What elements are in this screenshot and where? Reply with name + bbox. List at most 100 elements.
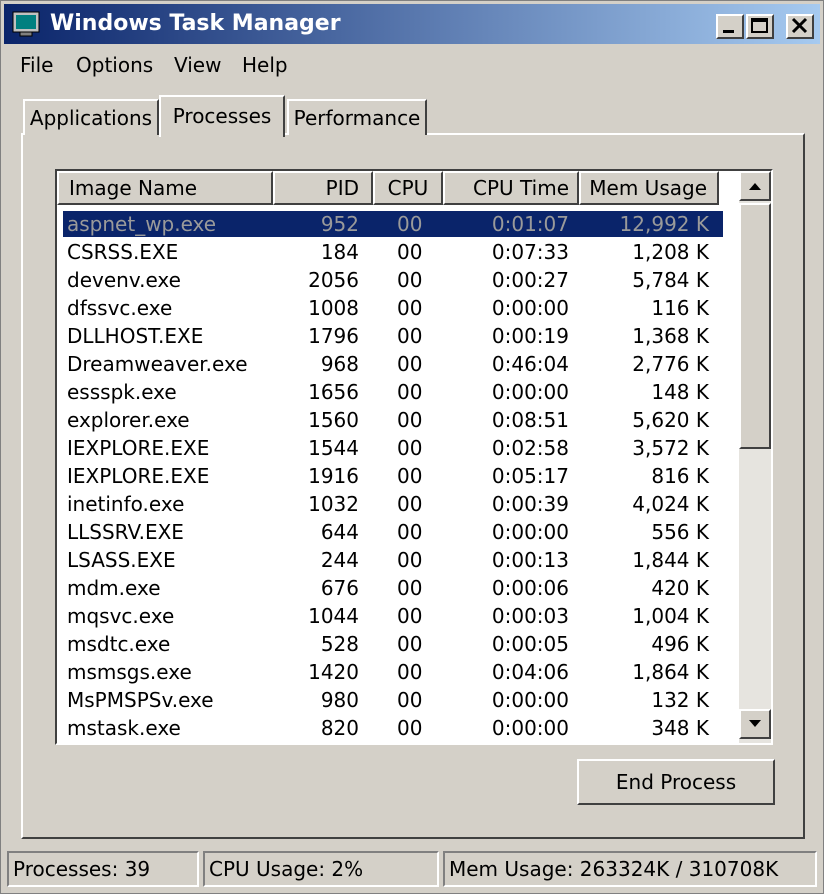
process-cpu: 00 bbox=[397, 576, 423, 600]
process-mem-usage: 1,844 K bbox=[632, 548, 709, 572]
maximize-icon bbox=[751, 18, 768, 33]
process-name: inetinfo.exe bbox=[67, 492, 185, 516]
process-cpu-time: 0:02:58 bbox=[491, 436, 569, 460]
process-cpu: 00 bbox=[397, 632, 423, 656]
process-pid: 1796 bbox=[308, 324, 359, 348]
process-row[interactable]: mqsvc.exe 1044 00 0:00:03 1,004 K bbox=[63, 603, 723, 629]
minimize-icon bbox=[723, 30, 734, 33]
process-name: DLLHOST.EXE bbox=[67, 324, 204, 348]
process-cpu-time: 0:00:00 bbox=[491, 688, 569, 712]
process-cpu: 00 bbox=[397, 604, 423, 628]
process-name: mdm.exe bbox=[67, 576, 161, 600]
process-cpu: 00 bbox=[397, 464, 423, 488]
tab-processes[interactable]: Processes bbox=[159, 95, 285, 137]
process-cpu: 00 bbox=[397, 520, 423, 544]
process-cpu: 00 bbox=[397, 436, 423, 460]
tab-applications[interactable]: Applications bbox=[23, 99, 159, 135]
process-mem-usage: 116 K bbox=[651, 296, 709, 320]
process-row[interactable]: inetinfo.exe 1032 00 0:00:39 4,024 K bbox=[63, 491, 723, 517]
process-mem-usage: 5,784 K bbox=[632, 268, 709, 292]
process-row[interactable]: dfssvc.exe 1008 00 0:00:00 116 K bbox=[63, 295, 723, 321]
process-cpu: 00 bbox=[397, 240, 423, 264]
process-pid: 1420 bbox=[308, 660, 359, 684]
end-process-button[interactable]: End Process bbox=[577, 759, 775, 805]
process-row[interactable]: mdm.exe 676 00 0:00:06 420 K bbox=[63, 575, 723, 601]
process-cpu-time: 0:00:00 bbox=[491, 296, 569, 320]
maximize-button[interactable] bbox=[746, 14, 774, 39]
process-pid: 1916 bbox=[308, 464, 359, 488]
task-manager-window: Windows Task Manager File Options View H… bbox=[0, 0, 824, 894]
process-mem-usage: 132 K bbox=[651, 688, 709, 712]
process-name: mqsvc.exe bbox=[67, 604, 175, 628]
process-mem-usage: 4,024 K bbox=[632, 492, 709, 516]
menu-help[interactable]: Help bbox=[242, 52, 288, 78]
column-header-pid[interactable]: PID bbox=[273, 171, 373, 205]
tab-performance[interactable]: Performance bbox=[287, 99, 427, 135]
process-name: aspnet_wp.exe bbox=[67, 212, 217, 236]
process-name: Dreamweaver.exe bbox=[67, 352, 248, 376]
process-mem-usage: 5,620 K bbox=[632, 408, 709, 432]
process-row[interactable]: mstask.exe 820 00 0:00:00 348 K bbox=[63, 715, 723, 741]
title-bar[interactable]: Windows Task Manager bbox=[4, 4, 820, 44]
process-row[interactable]: msdtc.exe 528 00 0:00:05 496 K bbox=[63, 631, 723, 657]
process-row[interactable]: IEXPLORE.EXE 1916 00 0:05:17 816 K bbox=[63, 463, 723, 489]
process-cpu-time: 0:00:39 bbox=[491, 492, 569, 516]
minimize-button[interactable] bbox=[716, 14, 744, 39]
column-header-cpu[interactable]: CPU bbox=[373, 171, 443, 205]
process-row[interactable]: aspnet_wp.exe 952 00 0:01:07 12,992 K bbox=[63, 211, 723, 237]
scroll-up-button[interactable] bbox=[739, 171, 771, 201]
process-row[interactable]: msmsgs.exe 1420 00 0:04:06 1,864 K bbox=[63, 659, 723, 685]
menu-file[interactable]: File bbox=[20, 52, 53, 78]
process-cpu: 00 bbox=[397, 268, 423, 292]
process-list[interactable]: Image Name PID CPU CPU Time Mem Usage as… bbox=[55, 169, 773, 745]
process-pid: 2056 bbox=[308, 268, 359, 292]
vertical-scrollbar[interactable] bbox=[739, 171, 771, 743]
process-row[interactable]: Dreamweaver.exe 968 00 0:46:04 2,776 K bbox=[63, 351, 723, 377]
process-row[interactable]: IEXPLORE.EXE 1544 00 0:02:58 3,572 K bbox=[63, 435, 723, 461]
process-cpu: 00 bbox=[397, 548, 423, 572]
task-manager-app-icon bbox=[12, 11, 40, 37]
process-row[interactable]: explorer.exe 1560 00 0:08:51 5,620 K bbox=[63, 407, 723, 433]
scroll-thumb[interactable] bbox=[739, 203, 771, 449]
process-pid: 968 bbox=[320, 352, 359, 376]
process-pid: 644 bbox=[320, 520, 359, 544]
process-row[interactable]: CSRSS.EXE 184 00 0:07:33 1,208 K bbox=[63, 239, 723, 265]
close-button[interactable] bbox=[786, 14, 814, 39]
process-name: devenv.exe bbox=[67, 268, 181, 292]
process-mem-usage: 816 K bbox=[651, 464, 709, 488]
process-cpu-time: 0:00:27 bbox=[491, 268, 569, 292]
process-pid: 952 bbox=[320, 212, 359, 236]
process-row[interactable]: LSASS.EXE 244 00 0:00:13 1,844 K bbox=[63, 547, 723, 573]
process-cpu-time: 0:05:17 bbox=[491, 464, 569, 488]
process-mem-usage: 496 K bbox=[651, 632, 709, 656]
process-cpu-time: 0:04:06 bbox=[491, 660, 569, 684]
process-row[interactable]: MsPMSPSv.exe 980 00 0:00:00 132 K bbox=[63, 687, 723, 713]
process-row[interactable]: devenv.exe 2056 00 0:00:27 5,784 K bbox=[63, 267, 723, 293]
scroll-up-arrow-icon bbox=[749, 183, 761, 190]
process-name: LSASS.EXE bbox=[67, 548, 176, 572]
column-header-cpu-time[interactable]: CPU Time bbox=[443, 171, 579, 205]
process-cpu: 00 bbox=[397, 380, 423, 404]
process-cpu-time: 0:00:06 bbox=[491, 576, 569, 600]
process-name: essspk.exe bbox=[67, 380, 177, 404]
process-name: msmsgs.exe bbox=[67, 660, 192, 684]
column-header-image-name[interactable]: Image Name bbox=[57, 171, 273, 205]
menu-view[interactable]: View bbox=[174, 52, 221, 78]
menu-options[interactable]: Options bbox=[76, 52, 153, 78]
process-cpu-time: 0:07:33 bbox=[491, 240, 569, 264]
process-pid: 528 bbox=[320, 632, 359, 656]
process-row[interactable]: DLLHOST.EXE 1796 00 0:00:19 1,368 K bbox=[63, 323, 723, 349]
column-header-mem-usage[interactable]: Mem Usage bbox=[579, 171, 719, 205]
process-pid: 980 bbox=[320, 688, 359, 712]
process-row[interactable]: essspk.exe 1656 00 0:00:00 148 K bbox=[63, 379, 723, 405]
scroll-down-button[interactable] bbox=[739, 709, 771, 739]
process-pid: 1656 bbox=[308, 380, 359, 404]
process-cpu: 00 bbox=[397, 212, 423, 236]
process-mem-usage: 1,208 K bbox=[632, 240, 709, 264]
menu-bar: File Options View Help bbox=[4, 47, 820, 83]
process-mem-usage: 348 K bbox=[651, 716, 709, 740]
process-pid: 676 bbox=[320, 576, 359, 600]
process-pid: 820 bbox=[320, 716, 359, 740]
process-name: msdtc.exe bbox=[67, 632, 171, 656]
process-row[interactable]: LLSSRV.EXE 644 00 0:00:00 556 K bbox=[63, 519, 723, 545]
